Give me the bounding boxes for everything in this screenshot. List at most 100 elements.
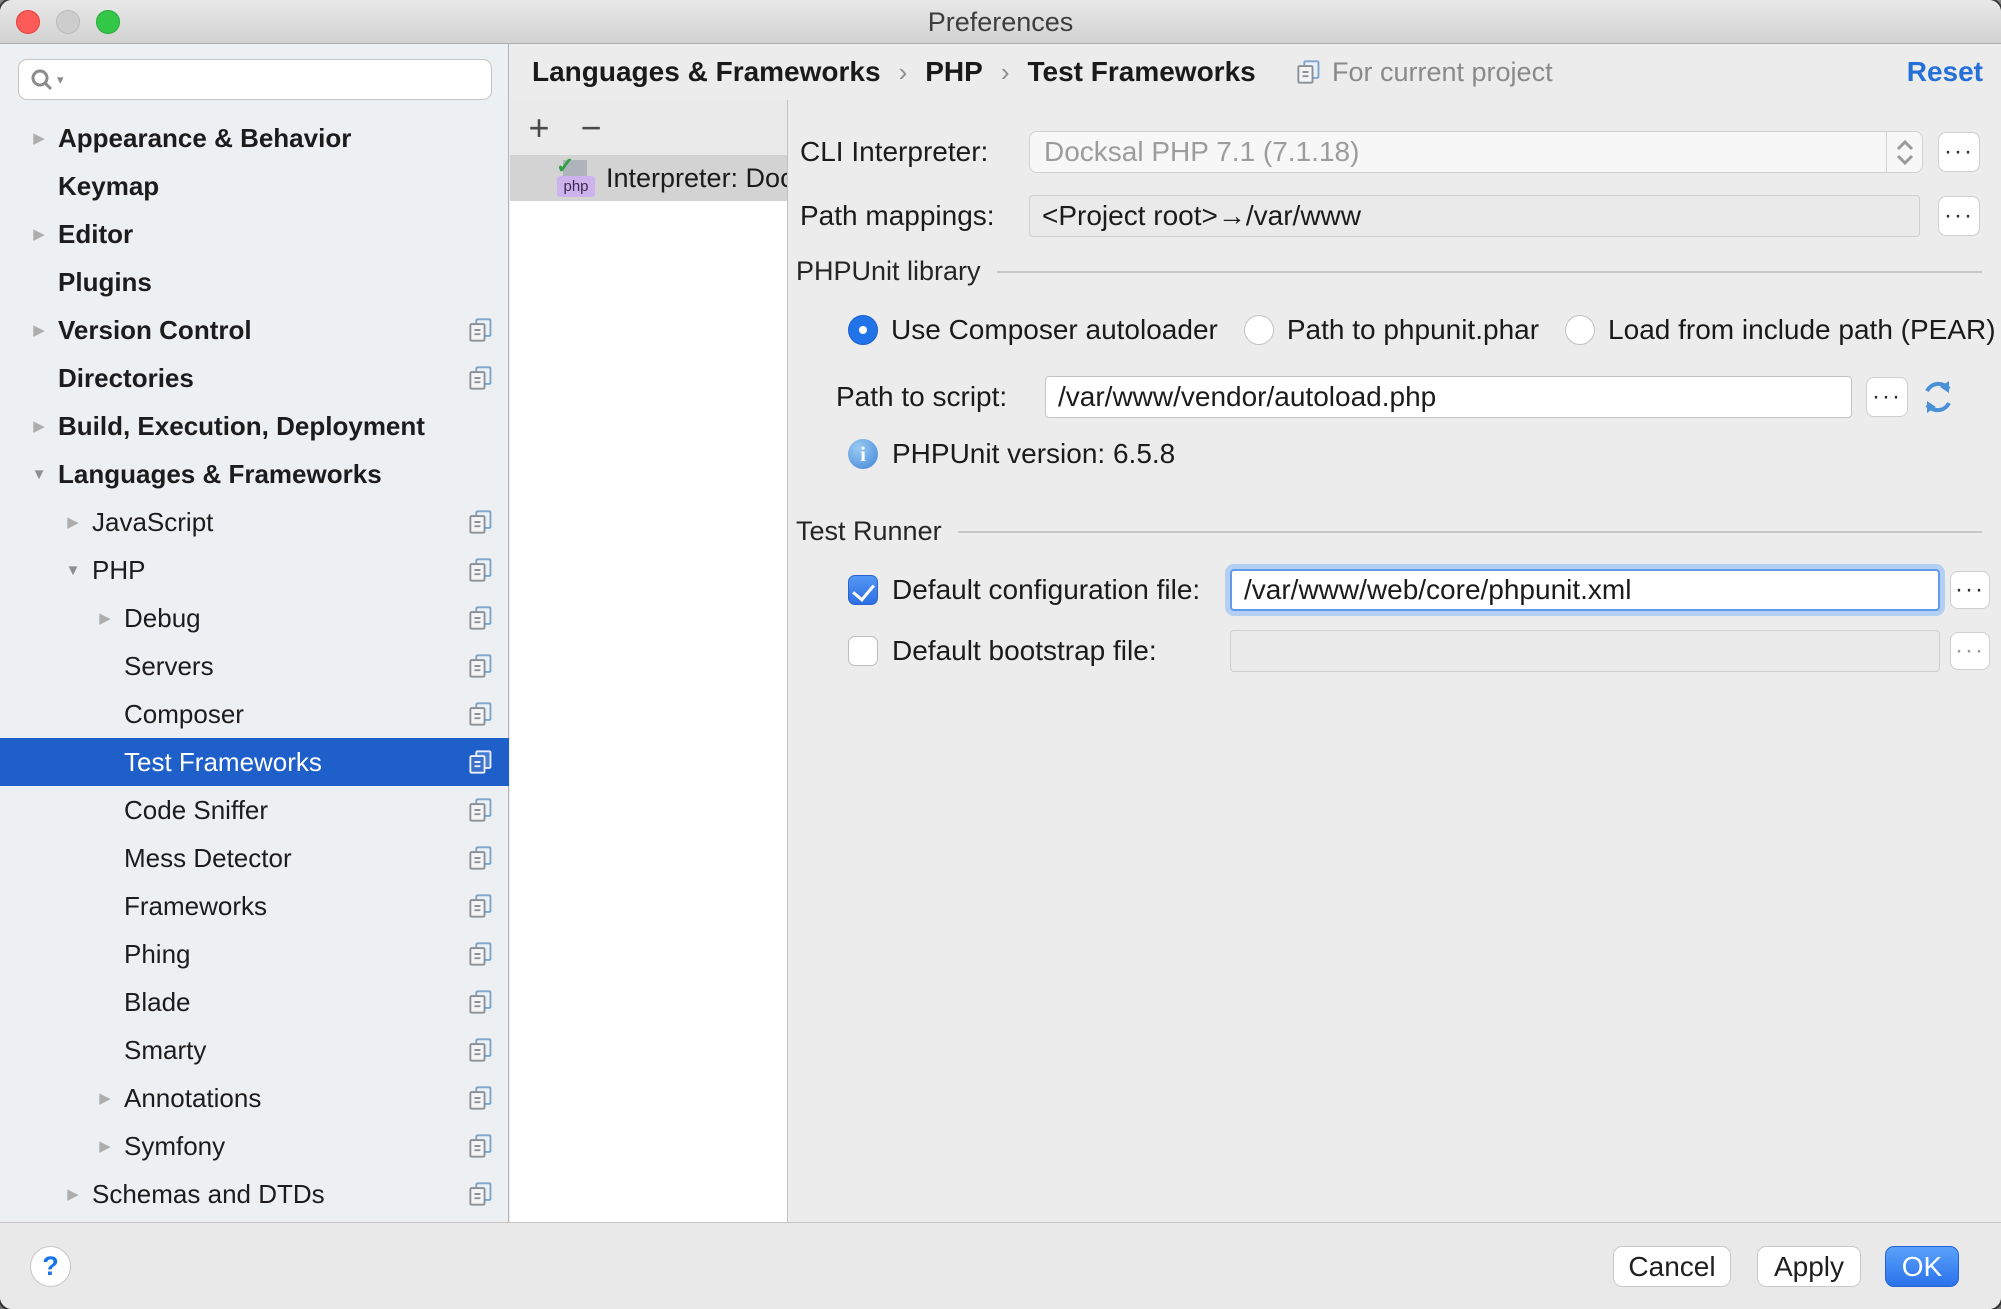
sidebar-item-blade[interactable]: Blade [0,978,509,1026]
stepper-icon[interactable] [1886,132,1922,172]
sidebar-item-symfony[interactable]: ▶ Symfony [0,1122,509,1170]
chevron-icon[interactable]: ▶ [88,1137,122,1155]
sidebar-item-label: Appearance & Behavior [58,123,351,154]
breadcrumb-languages-frameworks[interactable]: Languages & Frameworks [532,56,881,88]
sidebar-item-schemas-and-dtds[interactable]: ▶ Schemas and DTDs [0,1170,509,1218]
breadcrumb-separator-icon: › [1001,57,1010,88]
project-scope-icon [468,797,494,823]
phpunit-version-note: PHPUnit version: 6.5.8 [892,438,1175,470]
sidebar-item-label: Editor [58,219,133,250]
sidebar-item-languages-frameworks[interactable]: ▼ Languages & Frameworks [0,450,509,498]
interpreter-list-item[interactable]: ✓php Interpreter: Docksal PHP 7.1 (7.1.1… [510,155,787,201]
chevron-icon[interactable]: ▶ [88,609,122,627]
default-config-file-input[interactable] [1230,569,1940,611]
sidebar-item-test-frameworks[interactable]: Test Frameworks [0,738,509,786]
sidebar-item-label: Phing [124,939,191,970]
sidebar-item-label: PHP [92,555,145,586]
chevron-icon[interactable]: ▼ [22,466,56,483]
sidebar-item-label: Plugins [58,267,152,298]
sidebar-item-editor[interactable]: ▶ Editor [0,210,509,258]
phpunit-library-section-title: PHPUnit library [796,256,981,287]
settings-search-input[interactable]: ▾ [18,59,492,100]
radio-icon[interactable] [1565,315,1595,345]
cli-interpreter-select[interactable]: Docksal PHP 7.1 (7.1.18) [1029,131,1923,173]
sidebar-item-mess-detector[interactable]: Mess Detector [0,834,509,882]
path-to-script-input[interactable]: /var/www/vendor/autoload.php [1045,376,1852,418]
sidebar-item-appearance-behavior[interactable]: ▶ Appearance & Behavior [0,114,509,162]
default-bootstrap-file-input[interactable] [1230,630,1940,672]
sidebar-item-version-control[interactable]: ▶ Version Control [0,306,509,354]
interpreter-label: Interpreter: Docksal PHP 7.1 (7.1.18) [606,163,787,194]
sidebar-item-smarty[interactable]: Smarty [0,1026,509,1074]
project-scope-icon [468,557,494,583]
chevron-icon[interactable]: ▶ [22,321,56,339]
sidebar-item-keymap[interactable]: Keymap [0,162,509,210]
project-scope-icon [468,605,494,631]
sidebar-item-directories[interactable]: Directories [0,354,509,402]
sidebar-item-plugins[interactable]: Plugins [0,258,509,306]
default-config-checkbox[interactable] [848,575,878,605]
chevron-icon[interactable]: ▼ [56,562,90,579]
sidebar-item-label: Test Frameworks [124,747,322,778]
sidebar-item-label: Version Control [58,315,252,346]
sidebar-item-composer[interactable]: Composer [0,690,509,738]
path-mappings-browse-button[interactable]: ··· [1938,196,1980,236]
path-to-script-browse-button[interactable]: ··· [1866,377,1908,417]
radio-path-to-phpunit-phar[interactable]: Path to phpunit.phar [1244,314,1539,346]
radio-icon[interactable] [848,315,878,345]
radio-use-composer-autoloader[interactable]: Use Composer autoloader [848,314,1218,346]
interpreters-panel: + − ✓php Interpreter: Docksal PHP 7.1 (7… [510,100,788,1222]
sidebar-item-label: JavaScript [92,507,213,538]
breadcrumb-test-frameworks[interactable]: Test Frameworks [1027,56,1255,88]
info-icon: i [848,439,878,469]
cli-interpreter-browse-button[interactable]: ··· [1938,132,1980,172]
chevron-icon[interactable]: ▶ [56,1185,90,1203]
path-mappings-value: <Project root>→/var/www [1029,195,1920,237]
project-scope-icon [468,365,494,391]
interpreters-toolbar: + − [510,100,787,155]
chevron-icon[interactable]: ▶ [56,513,90,531]
reset-link[interactable]: Reset [1907,44,1983,100]
sidebar-item-annotations[interactable]: ▶ Annotations [0,1074,509,1122]
preferences-window: Preferences ▾ ▶ Appearance & Behavior Ke… [0,0,2001,1309]
sidebar-item-label: Schemas and DTDs [92,1179,325,1210]
sidebar-item-label: Directories [58,363,194,394]
sidebar-item-phing[interactable]: Phing [0,930,509,978]
chevron-icon[interactable]: ▶ [22,225,56,243]
sidebar-item-build-execution-deployment[interactable]: ▶ Build, Execution, Deployment [0,402,509,450]
scope-note-label: For current project [1332,57,1553,88]
help-button[interactable]: ? [30,1246,71,1287]
sidebar-item-label: Servers [124,651,214,682]
chevron-icon[interactable]: ▶ [22,417,56,435]
search-options-icon[interactable]: ▾ [57,72,64,88]
project-scope-icon [468,653,494,679]
apply-button[interactable]: Apply [1757,1246,1861,1287]
default-bootstrap-browse-button[interactable]: ··· [1950,632,1990,670]
cancel-button[interactable]: Cancel [1613,1246,1731,1287]
sidebar-item-debug[interactable]: ▶ Debug [0,594,509,642]
sidebar-item-servers[interactable]: Servers [0,642,509,690]
search-icon: ▾ [29,67,64,93]
sidebar-item-code-sniffer[interactable]: Code Sniffer [0,786,509,834]
sidebar-item-php[interactable]: ▼ PHP [0,546,509,594]
reload-phpunit-info-icon[interactable] [1916,375,1960,419]
sidebar-item-label: Frameworks [124,891,267,922]
project-scope-icon [468,509,494,535]
project-scope-icon [1296,59,1322,85]
breadcrumb-php[interactable]: PHP [925,56,983,88]
remove-interpreter-button[interactable]: − [576,110,606,146]
chevron-icon[interactable]: ▶ [22,129,56,147]
default-bootstrap-checkbox[interactable] [848,636,878,666]
default-config-browse-button[interactable]: ··· [1950,571,1990,609]
add-interpreter-button[interactable]: + [524,110,554,146]
ok-button[interactable]: OK [1885,1246,1959,1287]
radio-icon[interactable] [1244,315,1274,345]
project-scope-icon [468,749,494,775]
radio-load-from-include-path[interactable]: Load from include path (PEAR) [1565,314,1996,346]
sidebar-item-javascript[interactable]: ▶ JavaScript [0,498,509,546]
chevron-icon[interactable]: ▶ [88,1089,122,1107]
sidebar-item-label: Languages & Frameworks [58,459,382,490]
cli-interpreter-value: Docksal PHP 7.1 (7.1.18) [1030,136,1886,168]
sidebar-item-frameworks[interactable]: Frameworks [0,882,509,930]
settings-sidebar: ▾ ▶ Appearance & Behavior Keymap ▶ Edito… [0,44,509,1222]
